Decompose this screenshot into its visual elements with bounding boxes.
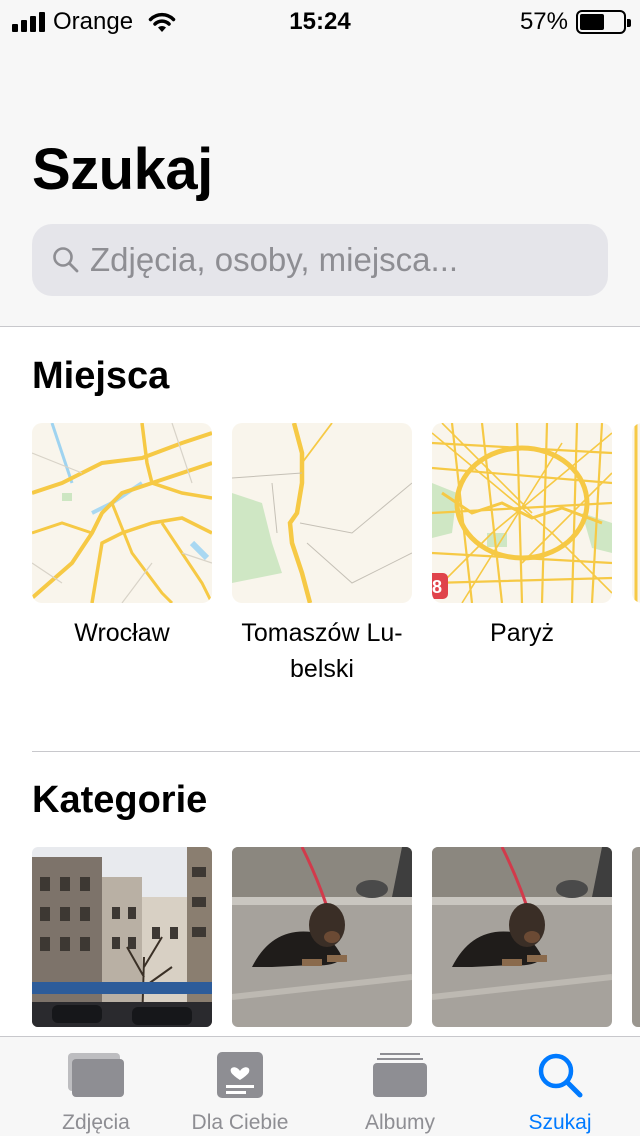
tab-label: Zdjęcia: [62, 1111, 130, 1134]
tab-label: Dla Ciebie: [191, 1111, 289, 1134]
search-content: Miejsca Wrocław Tomaszów Lu- belski 8 Pa…: [0, 326, 640, 1036]
place-thumb-next[interactable]: [632, 423, 640, 603]
tab-photos[interactable]: Zdjęcia: [16, 1037, 176, 1136]
battery-icon: [576, 10, 631, 34]
place-thumb-paryz[interactable]: 8: [432, 423, 612, 603]
map-image: [32, 423, 212, 603]
category-thumb-next[interactable]: [632, 847, 640, 1027]
photo-image: [32, 847, 212, 1027]
route-badge: 8: [432, 577, 442, 597]
tab-label: Szukaj: [528, 1111, 592, 1134]
status-right: 57%: [519, 8, 631, 36]
categories-section-title: Kategorie: [32, 779, 208, 821]
photo-image: [232, 847, 412, 1027]
place-thumb-tomaszow[interactable]: [232, 423, 412, 603]
category-thumb-dog[interactable]: [232, 847, 412, 1027]
page-title: Szukaj: [32, 137, 213, 202]
tab-for-you[interactable]: Dla Ciebie: [160, 1037, 320, 1136]
place-label: Paryż: [490, 619, 554, 647]
map-image: [232, 423, 412, 603]
place-label: Tomaszów Lu- belski: [241, 619, 403, 683]
battery-percent: 57%: [519, 8, 568, 35]
photos-icon: [68, 1053, 124, 1097]
albums-icon: [373, 1053, 427, 1097]
status-bar: Orange 15:24 57%: [0, 0, 640, 40]
search-bar[interactable]: [32, 224, 608, 296]
for-you-icon: [217, 1052, 263, 1098]
search-input[interactable]: [90, 241, 570, 279]
photo-image: [432, 847, 612, 1027]
tab-search[interactable]: Szukaj: [480, 1037, 640, 1136]
places-section-title: Miejsca: [32, 355, 170, 397]
place-thumb-wroclaw[interactable]: [32, 423, 212, 603]
battery-fill: [580, 14, 604, 30]
place-label: Wrocław: [74, 619, 170, 647]
section-divider: [32, 751, 640, 752]
map-image: 8: [432, 423, 612, 603]
tab-bar: Zdjęcia Dla Ciebie Albumy Szukaj: [0, 1036, 640, 1136]
category-thumb-dog[interactable]: [432, 847, 612, 1027]
category-thumb-buildings[interactable]: [32, 847, 212, 1027]
tab-albums[interactable]: Albumy: [320, 1037, 480, 1136]
tab-label: Albumy: [364, 1111, 436, 1134]
search-icon: [53, 247, 79, 273]
search-icon: [538, 1053, 583, 1098]
